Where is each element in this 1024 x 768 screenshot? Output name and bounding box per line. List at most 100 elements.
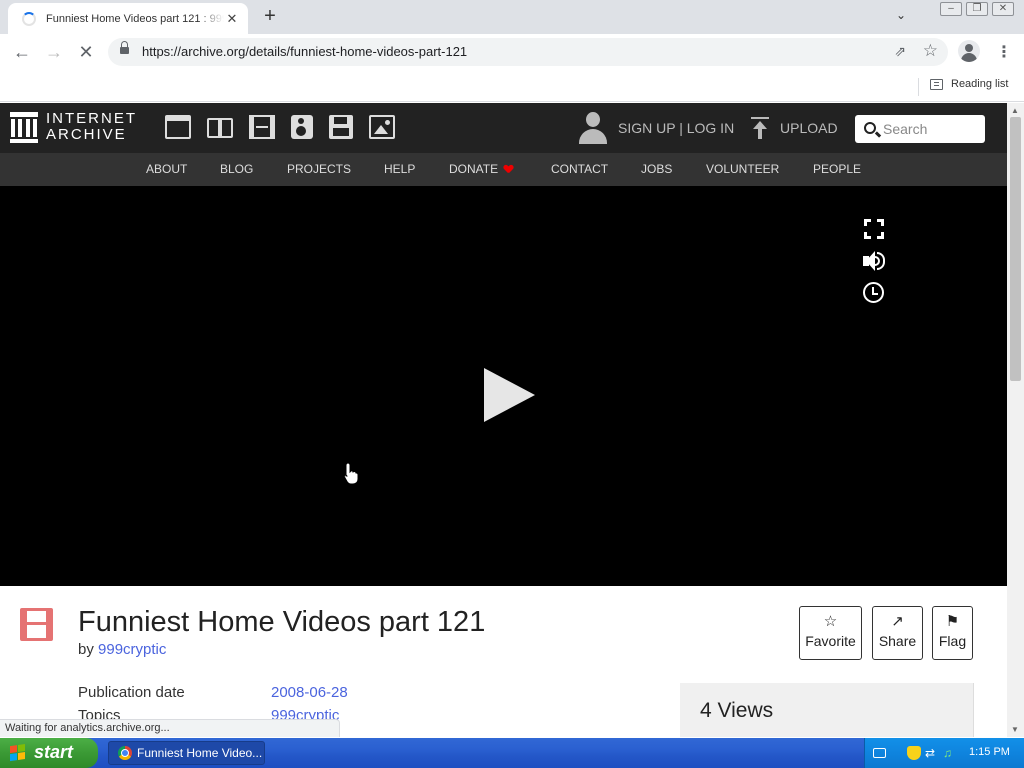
scroll-up-arrow-icon[interactable]: ▲ <box>1011 106 1019 115</box>
fullscreen-icon[interactable] <box>862 217 886 241</box>
start-button[interactable]: start <box>0 738 98 768</box>
status-bubble: Waiting for analytics.archive.org... <box>0 719 340 737</box>
close-window-button[interactable]: ✕ <box>992 2 1014 16</box>
video-icon[interactable] <box>249 115 275 139</box>
play-button-icon[interactable] <box>484 368 535 422</box>
share-page-icon[interactable]: ⇗ <box>894 43 906 60</box>
flag-label: Flag <box>938 633 967 649</box>
byline-prefix: by <box>78 641 94 658</box>
search-input[interactable] <box>883 120 979 138</box>
start-label: start <box>34 742 74 762</box>
nav-volunteer[interactable]: VOLUNTEER <box>706 162 779 176</box>
windows-taskbar: start Funniest Home Video... ⇄ ♫ 1:15 PM <box>0 738 1024 768</box>
software-icon[interactable] <box>329 115 353 139</box>
favorite-button[interactable]: ☆ Favorite <box>799 606 862 660</box>
texts-icon[interactable] <box>207 115 233 139</box>
bookmarks-bar: Reading list <box>0 70 1024 102</box>
nav-projects[interactable]: PROJECTS <box>287 162 351 176</box>
scroll-down-arrow-icon[interactable]: ▼ <box>1011 725 1019 734</box>
signup-login-link[interactable]: SIGN UP | LOG IN <box>618 120 734 136</box>
ia-top-nav: INTERNET ARCHIVE SIGN UP | LOG IN UPLOAD <box>0 103 1007 153</box>
minimize-button[interactable]: – <box>940 2 962 16</box>
favorite-label: Favorite <box>805 633 856 649</box>
profile-avatar-icon[interactable] <box>958 40 980 62</box>
nav-people[interactable]: PEOPLE <box>813 162 861 176</box>
page-viewport: INTERNET ARCHIVE SIGN UP | LOG IN UPLOAD… <box>0 103 1007 737</box>
flag-button[interactable]: ⚑ Flag <box>932 606 973 660</box>
internet-archive-logo[interactable]: INTERNET ARCHIVE <box>10 111 137 143</box>
nav-donate[interactable]: DONATE <box>449 162 513 176</box>
tab-close-icon[interactable]: ✕ <box>224 11 240 27</box>
reading-list-label: Reading list <box>951 78 1009 90</box>
stop-loading-icon[interactable]: ✕ <box>74 40 98 64</box>
network-icon[interactable]: ⇄ <box>925 746 939 760</box>
forward-arrow-icon[interactable]: → <box>42 40 66 64</box>
playback-rate-clock-icon[interactable] <box>863 282 884 303</box>
windows-flag-icon <box>10 744 26 762</box>
share-icon: ↗ <box>891 613 904 630</box>
browser-menu-icon[interactable]: ⋮ <box>996 42 1012 62</box>
user-icon[interactable] <box>579 112 607 144</box>
media-type-icons <box>165 115 395 139</box>
keyboard-icon[interactable] <box>873 748 886 758</box>
upload-icon[interactable] <box>751 117 769 139</box>
metadata-label: Publication date <box>78 684 185 701</box>
share-button[interactable]: ↗ Share <box>872 606 923 660</box>
creator-link[interactable]: 999cryptic <box>98 641 166 658</box>
audio-icon[interactable] <box>291 115 313 139</box>
taskbar-window-label: Funniest Home Video... <box>137 746 263 760</box>
upload-link[interactable]: UPLOAD <box>780 120 838 136</box>
volume-tray-icon[interactable]: ♫ <box>943 746 957 760</box>
nav-jobs[interactable]: JOBS <box>641 162 672 176</box>
taskbar-clock[interactable]: 1:15 PM <box>969 746 1010 758</box>
reading-list-icon <box>930 78 943 90</box>
scrollbar-thumb[interactable] <box>1010 117 1021 381</box>
search-icon[interactable] <box>864 122 876 134</box>
address-bar[interactable]: https://archive.org/details/funniest-hom… <box>108 38 948 66</box>
restore-button[interactable]: ❐ <box>966 2 988 16</box>
url-text[interactable]: https://archive.org/details/funniest-hom… <box>142 44 467 59</box>
nav-about[interactable]: ABOUT <box>146 162 187 176</box>
browser-toolbar: ← → ✕ https://archive.org/details/funnie… <box>0 34 1024 70</box>
ia-sub-nav: ABOUT BLOG PROJECTS HELP DONATE CONTACT … <box>0 153 1007 186</box>
security-shield-icon[interactable] <box>907 746 921 760</box>
images-icon[interactable] <box>369 115 395 139</box>
reading-list-button[interactable]: Reading list <box>930 78 1008 90</box>
window-controls: – ❐ ✕ <box>940 2 1014 16</box>
nav-donate-label: DONATE <box>449 162 499 176</box>
lock-icon[interactable] <box>120 41 129 54</box>
search-box[interactable] <box>855 115 985 143</box>
system-tray: ⇄ ♫ 1:15 PM <box>864 738 1024 768</box>
views-panel: 4 Views <box>680 683 974 737</box>
item-title: Funniest Home Videos part 121 <box>78 606 486 638</box>
bookmarks-divider <box>918 78 919 96</box>
tab-title: Funniest Home Videos part 121 : 999crypt… <box>46 12 224 25</box>
heart-icon <box>504 165 513 173</box>
logo-text-line1: INTERNET <box>46 110 137 127</box>
publication-date-value[interactable]: 2008-06-28 <box>271 684 348 701</box>
volume-icon[interactable] <box>862 249 886 273</box>
video-player[interactable] <box>0 186 1007 586</box>
share-label: Share <box>878 633 917 649</box>
nav-contact[interactable]: CONTACT <box>551 162 608 176</box>
flag-icon: ⚑ <box>945 613 960 630</box>
page-scrollbar[interactable]: ▲ ▼ <box>1007 103 1024 737</box>
taskbar-window-button[interactable]: Funniest Home Video... <box>108 741 265 765</box>
byline: by 999cryptic <box>78 641 166 658</box>
tab-search-chevron-icon[interactable]: ⌄ <box>896 8 906 22</box>
browser-tab-strip: Funniest Home Videos part 121 : 999crypt… <box>0 0 1024 34</box>
nav-help[interactable]: HELP <box>384 162 415 176</box>
back-arrow-icon[interactable]: ← <box>10 40 34 64</box>
web-icon[interactable] <box>165 115 191 139</box>
loading-spinner-icon <box>22 11 36 26</box>
bookmark-star-icon[interactable]: ☆ <box>923 41 938 61</box>
movies-film-icon <box>20 608 53 641</box>
chrome-icon <box>118 746 132 760</box>
new-tab-button[interactable]: + <box>258 5 282 29</box>
nav-blog[interactable]: BLOG <box>220 162 253 176</box>
archive-temple-icon <box>10 111 38 143</box>
logo-text-line2: ARCHIVE <box>46 126 127 143</box>
browser-tab[interactable]: Funniest Home Videos part 121 : 999crypt… <box>8 3 248 34</box>
views-count: 4 Views <box>700 699 774 722</box>
star-icon: ☆ <box>823 613 838 630</box>
